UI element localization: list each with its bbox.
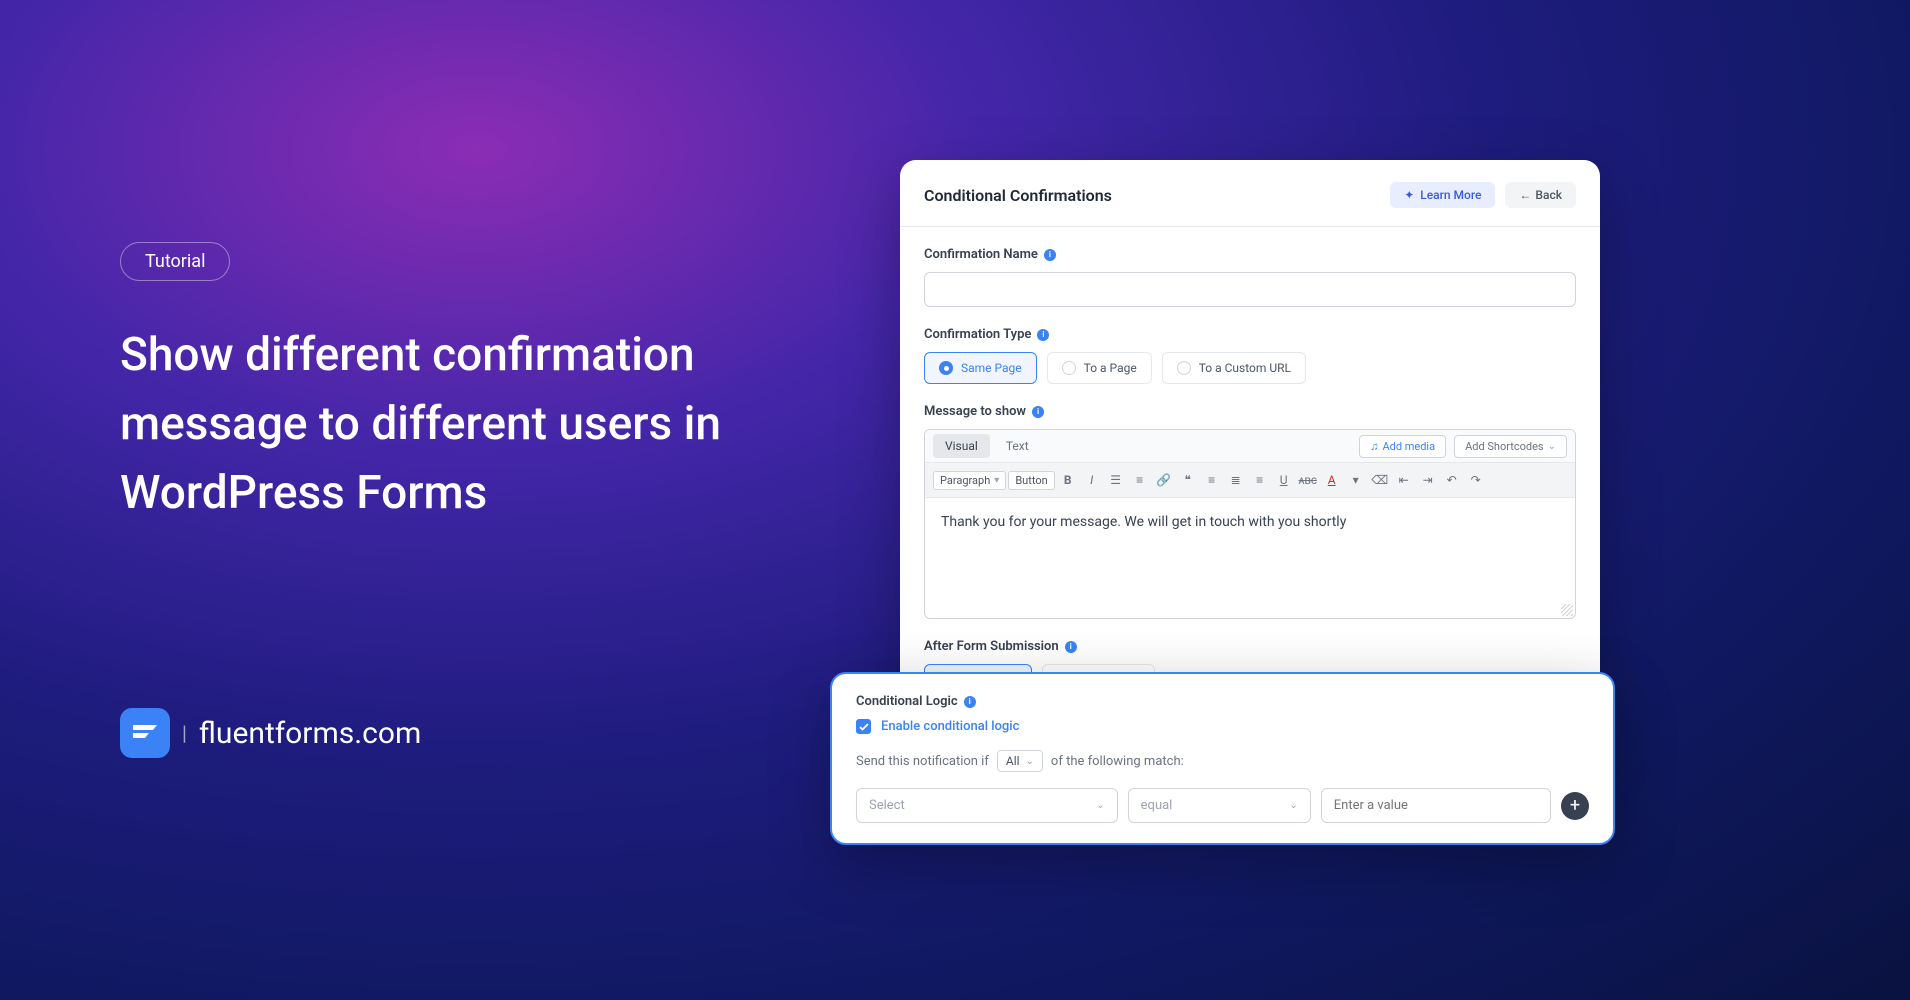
brand-text: fluentforms.com: [199, 716, 421, 751]
underline-icon[interactable]: U: [1273, 469, 1295, 491]
chevron-down-icon: ▾: [994, 475, 999, 486]
editor-toolbar: Paragraph ▾ Button B I ☰ ≡ 🔗 ❝ ≡ ≣: [925, 463, 1575, 498]
tab-text[interactable]: Text: [994, 434, 1041, 458]
resize-handle[interactable]: [1561, 604, 1573, 616]
card-title: Conditional Confirmations: [924, 186, 1112, 205]
hero-title: Show different confirmation message to d…: [120, 321, 840, 528]
align-center-icon[interactable]: ≣: [1225, 469, 1247, 491]
bullet-list-icon[interactable]: ☰: [1105, 469, 1127, 491]
info-icon[interactable]: i: [1032, 406, 1044, 418]
radio-same-page[interactable]: Same Page: [924, 352, 1037, 384]
radio-custom-url[interactable]: To a Custom URL: [1162, 352, 1306, 384]
fluent-logo-icon: [120, 708, 170, 758]
chevron-down-icon: ⌄: [1289, 800, 1297, 811]
info-icon[interactable]: i: [1065, 641, 1077, 653]
confirmation-type-label: Confirmation Type i: [924, 327, 1576, 342]
confirmations-card: Conditional Confirmations ✦ Learn More ←…: [900, 160, 1600, 738]
after-submission-label: After Form Submission i: [924, 639, 1576, 654]
add-media-button[interactable]: ♫ Add media: [1359, 435, 1446, 458]
confirmation-name-input[interactable]: [924, 272, 1576, 307]
quote-icon[interactable]: ❝: [1177, 469, 1199, 491]
info-icon: ✦: [1404, 188, 1414, 202]
align-left-icon[interactable]: ≡: [1201, 469, 1223, 491]
add-condition-button[interactable]: +: [1561, 792, 1589, 820]
indent-icon[interactable]: ⇥: [1417, 469, 1439, 491]
brand-row: | fluentforms.com: [120, 708, 840, 758]
back-button[interactable]: ← Back: [1505, 182, 1576, 208]
button-insert[interactable]: Button: [1008, 471, 1054, 490]
info-icon[interactable]: i: [964, 696, 976, 708]
bold-icon[interactable]: B: [1057, 469, 1079, 491]
align-right-icon[interactable]: ≡: [1249, 469, 1271, 491]
confirmation-name-label: Confirmation Name i: [924, 247, 1576, 262]
arrow-left-icon: ←: [1519, 188, 1531, 202]
tab-visual[interactable]: Visual: [933, 434, 990, 458]
conditional-logic-card: Conditional Logic i Enable conditional l…: [830, 672, 1615, 845]
text-color-chevron-icon[interactable]: ▾: [1345, 469, 1367, 491]
editor-textarea[interactable]: Thank you for your message. We will get …: [925, 498, 1575, 618]
media-icon: ♫: [1370, 440, 1378, 453]
text-color-icon[interactable]: A: [1321, 469, 1343, 491]
paragraph-dropdown[interactable]: Paragraph ▾: [933, 471, 1006, 490]
italic-icon[interactable]: I: [1081, 469, 1103, 491]
chevron-down-icon: ⌄: [1548, 441, 1556, 452]
value-input[interactable]: [1321, 788, 1551, 823]
conditional-logic-label: Conditional Logic i: [856, 694, 1589, 709]
rich-editor: Visual Text ♫ Add media Add Shortcodes: [924, 429, 1576, 619]
enable-logic-label: Enable conditional logic: [881, 719, 1019, 734]
match-selector[interactable]: All ⌄: [997, 750, 1043, 772]
strike-icon[interactable]: ᴀʙᴄ: [1297, 469, 1319, 491]
operator-select[interactable]: equal ⌄: [1128, 788, 1311, 823]
logic-sentence: Send this notification if All ⌄ of the f…: [856, 750, 1589, 772]
learn-more-button[interactable]: ✦ Learn More: [1390, 182, 1495, 208]
outdent-icon[interactable]: ⇤: [1393, 469, 1415, 491]
brand-divider: |: [182, 721, 187, 745]
add-shortcodes-button[interactable]: Add Shortcodes ⌄: [1454, 435, 1567, 458]
link-icon[interactable]: 🔗: [1153, 469, 1175, 491]
info-icon[interactable]: i: [1037, 329, 1049, 341]
tutorial-badge: Tutorial: [120, 242, 230, 281]
undo-icon[interactable]: ↶: [1441, 469, 1463, 491]
enable-logic-checkbox[interactable]: [856, 719, 871, 734]
clear-format-icon[interactable]: ⌫: [1369, 469, 1391, 491]
number-list-icon[interactable]: ≡: [1129, 469, 1151, 491]
redo-icon[interactable]: ↷: [1465, 469, 1487, 491]
field-select[interactable]: Select ⌄: [856, 788, 1118, 823]
message-label: Message to show i: [924, 404, 1576, 419]
info-icon[interactable]: i: [1044, 249, 1056, 261]
chevron-down-icon: ⌄: [1026, 756, 1034, 767]
radio-to-page[interactable]: To a Page: [1047, 352, 1152, 384]
chevron-down-icon: ⌄: [1096, 800, 1104, 811]
